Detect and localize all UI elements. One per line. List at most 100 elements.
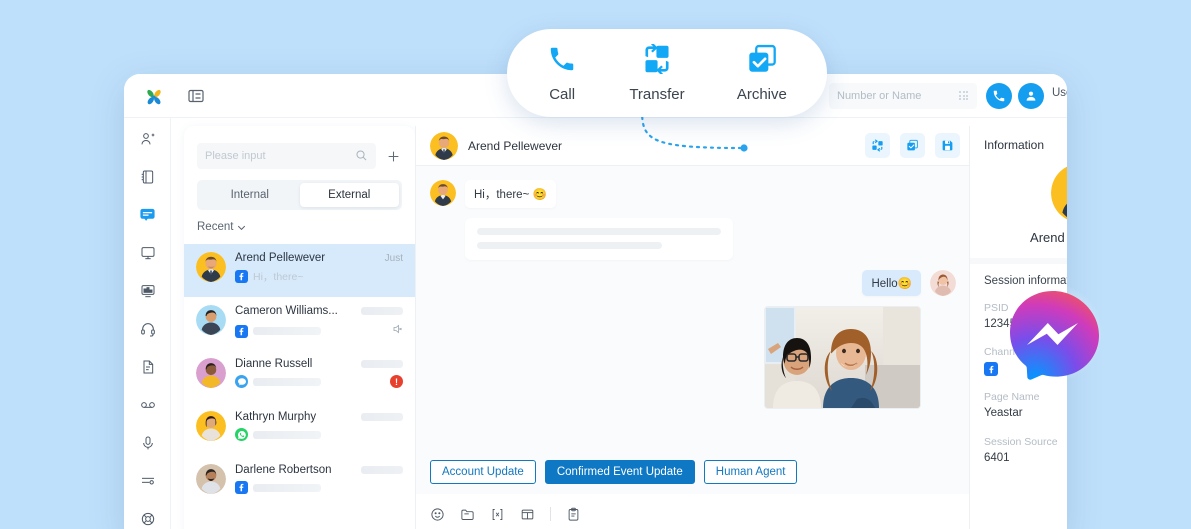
contact-preview [253, 430, 321, 439]
sort-selector[interactable]: Recent [197, 221, 246, 233]
search-input[interactable]: Please input [197, 143, 376, 169]
field-session-source: Session Source 6401 [984, 436, 1058, 464]
contact-name: Cameron Williams... [235, 305, 338, 317]
user-menu-label: User [1052, 87, 1067, 99]
contact-name: Dianne Russell [235, 358, 313, 370]
contact-name: Darlene Robertson [235, 464, 332, 476]
callout-call[interactable]: Call [547, 44, 577, 103]
tab-external[interactable]: External [299, 183, 399, 207]
list-item[interactable]: Darlene Robertson [184, 456, 415, 509]
sidebar-item-presence[interactable] [124, 238, 171, 272]
message-image [764, 306, 921, 409]
chat-icon [139, 206, 156, 228]
contact-preview [253, 377, 321, 386]
list-item[interactable]: Kathryn Murphy [184, 403, 415, 456]
sidebar-item-queue[interactable] [124, 314, 171, 348]
facebook-icon [235, 270, 248, 283]
contact-list: Arend Pellewever Just Hi，there~ Cameron … [184, 244, 415, 509]
facebook-icon [235, 481, 248, 494]
user-avatar[interactable] [1018, 83, 1044, 109]
chat-header-actions [865, 133, 960, 158]
message-list: Hi，there~ 😊 Hello😊 [416, 166, 970, 494]
field-page-name: Page Name Yeastar [984, 391, 1039, 419]
app-window: Number or Name User [124, 74, 1067, 529]
template-icon[interactable] [520, 507, 535, 522]
call-button[interactable] [986, 83, 1012, 109]
callout-archive[interactable]: Archive [737, 44, 787, 103]
avatar [930, 270, 956, 296]
callout-transfer[interactable]: Transfer [629, 42, 685, 103]
tab-internal[interactable]: Internal [200, 183, 300, 207]
feature-callout-toolbar: Call Transfer Archive [507, 29, 827, 117]
dialpad-icon[interactable] [959, 91, 969, 101]
microphone-icon [140, 435, 156, 456]
plus-icon [388, 151, 398, 161]
archive-button[interactable] [900, 133, 925, 158]
transfer-button[interactable] [865, 133, 890, 158]
toolbar-divider [550, 507, 551, 521]
divider [970, 258, 1067, 264]
callout-archive-label: Archive [736, 85, 787, 103]
note-icon[interactable] [566, 507, 581, 522]
facebook-icon [984, 362, 998, 376]
list-item-body: Kathryn Murphy [235, 411, 403, 456]
contact-preview [253, 327, 321, 335]
contact-time [361, 466, 403, 474]
monitor-icon [140, 245, 156, 266]
information-contact-name: Arend Pellewever [1030, 230, 1067, 245]
quick-reply-human-agent[interactable]: Human Agent [703, 460, 798, 484]
sidebar-item-messages[interactable] [124, 200, 171, 234]
field-label: Session Source [984, 436, 1058, 448]
phone-icon [547, 44, 577, 79]
sidebar-item-contacts[interactable] [124, 124, 171, 158]
contact-time [361, 413, 403, 421]
screenshot-root: Number or Name User [0, 0, 1191, 529]
quick-reply-account-update[interactable]: Account Update [430, 460, 536, 484]
field-value: 6401 [984, 452, 1010, 464]
information-title: Information [984, 138, 1045, 152]
sidebar-item-support[interactable] [124, 504, 171, 529]
headset-icon [140, 321, 156, 342]
variable-icon[interactable] [490, 507, 505, 522]
list-search-row: Please input [197, 143, 402, 169]
user-menu[interactable]: User [1052, 87, 1067, 99]
message-incoming-skeleton [430, 218, 956, 260]
list-item-body: Arend Pellewever Just Hi，there~ [235, 252, 403, 297]
contact-time [361, 360, 403, 368]
whatsapp-icon [235, 428, 248, 441]
chat-panel: Arend Pellewever Hi，there~ 😊 Hello😊 Acco… [415, 126, 970, 529]
sort-label: Recent [197, 221, 234, 233]
chat-contact-name: Arend Pellewever [468, 138, 563, 153]
sidebar-item-settings[interactable] [124, 466, 171, 500]
voicemail-icon [140, 397, 156, 418]
address-book-icon [140, 169, 156, 190]
status-badge: ! [390, 375, 403, 388]
save-button[interactable] [935, 133, 960, 158]
sidebar-item-wallboard[interactable] [124, 276, 171, 310]
facebook-icon [235, 324, 248, 338]
list-item[interactable]: Arend Pellewever Just Hi，there~ [184, 244, 415, 297]
quick-reply-confirmed-event-update[interactable]: Confirmed Event Update [544, 460, 695, 484]
contact-time: Just [384, 252, 403, 264]
field-label: Page Name [984, 391, 1040, 403]
global-search[interactable]: Number or Name [829, 83, 977, 109]
contact-name: Kathryn Murphy [235, 411, 317, 423]
emoji-icon[interactable] [430, 507, 445, 522]
sidebar-item-directory[interactable] [124, 162, 171, 196]
message-outgoing: Hello😊 [430, 270, 956, 296]
sidebar-item-voicemail[interactable] [124, 390, 171, 424]
sidebar-item-reports[interactable] [124, 352, 171, 386]
folder-icon[interactable] [460, 507, 475, 522]
list-item-body: Cameron Williams... [235, 305, 403, 350]
new-conversation-button[interactable] [384, 143, 402, 169]
list-item[interactable]: Cameron Williams... [184, 297, 415, 350]
callout-transfer-label: Transfer [629, 85, 685, 103]
field-value: Yeastar [984, 407, 1023, 419]
collapse-sidebar-icon[interactable] [186, 86, 206, 106]
sms-icon [235, 375, 248, 388]
sidebar-item-recording[interactable] [124, 428, 171, 462]
list-item-body: Darlene Robertson [235, 464, 403, 509]
list-item[interactable]: Dianne Russell ! [184, 350, 415, 403]
search-icon [355, 149, 368, 165]
avatar [430, 180, 456, 206]
